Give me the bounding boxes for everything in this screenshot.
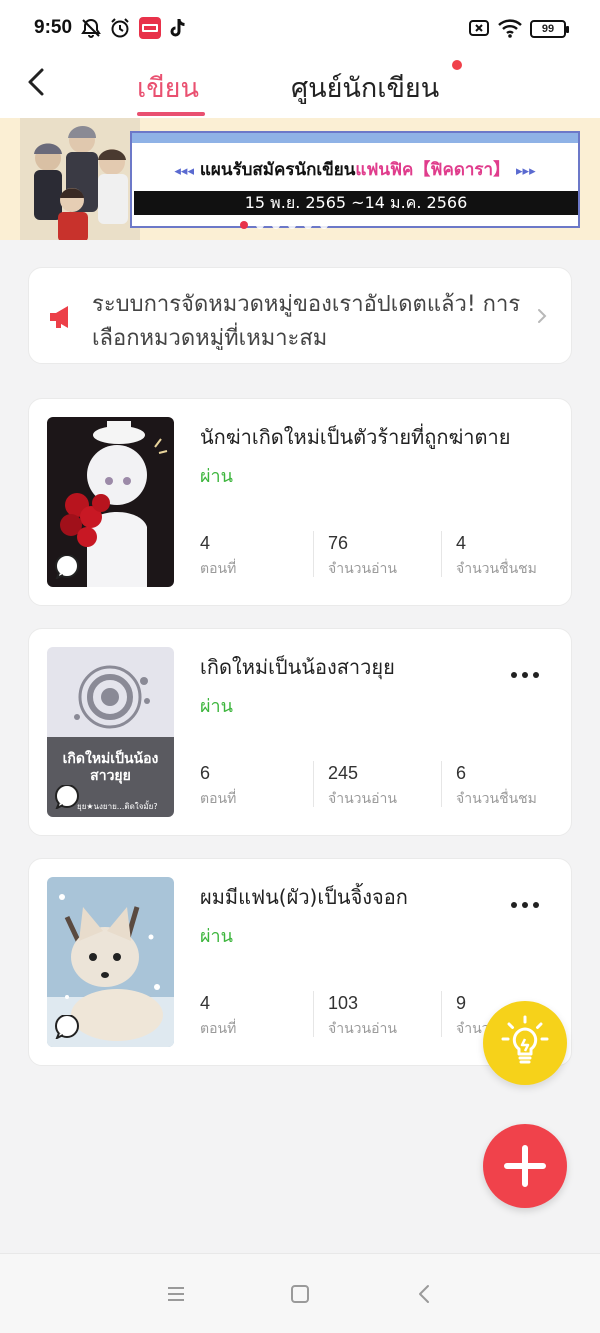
stat-divider — [441, 761, 442, 807]
stat-label: จำนวนอ่าน — [328, 1021, 397, 1037]
stat-reads: 76 จำนวนอ่าน — [328, 533, 397, 580]
stat-value: 76 — [328, 533, 349, 553]
add-work-fab-button[interactable] — [483, 1124, 567, 1208]
work-status: ผ่าน — [200, 696, 233, 717]
tab-writer-center[interactable]: ศูนย์นักเขียน — [291, 66, 439, 109]
mangatoon-app-icon — [139, 17, 161, 39]
banner-dot — [240, 221, 248, 229]
banner-dot — [272, 221, 280, 229]
announcement-card[interactable]: ระบบการจัดหมวดหมู่ของเราอัปเดตแล้ว! การเ… — [28, 267, 572, 364]
tab-write[interactable]: เขียน — [137, 66, 199, 109]
stat-label: ตอนที่ — [200, 1021, 237, 1037]
stat-divider — [441, 531, 442, 577]
stat-divider — [313, 761, 314, 807]
work-cover-image — [47, 417, 174, 587]
wifi-icon — [498, 19, 522, 38]
notification-dot — [452, 60, 462, 70]
stat-value: 4 — [200, 533, 211, 553]
banner-page-indicator — [240, 214, 370, 229]
banner-dot — [256, 221, 264, 229]
no-sim-icon — [469, 20, 489, 36]
stat-divider — [441, 991, 442, 1037]
back-triangle-icon[interactable] — [413, 1282, 437, 1306]
notifications-off-icon — [81, 18, 101, 38]
tiktok-icon — [170, 18, 185, 37]
comment-bubble-icon — [55, 1015, 79, 1039]
stat-divider — [313, 531, 314, 577]
banner-title-prefix: แผนรับสมัครนักเขียน — [199, 160, 356, 180]
status-bar: 9:50 99 — [0, 0, 600, 56]
work-cover-image: เกิดใหม่เป็นน้องสาวยุย ยุย★นงยาย...ติดใจ… — [47, 647, 174, 817]
banner-characters-image — [20, 118, 140, 240]
work-cover-image — [47, 877, 174, 1047]
work-status: ผ่าน — [200, 926, 233, 947]
megaphone-icon — [50, 306, 68, 328]
stat-label: จำนวนชื่นชม — [456, 561, 537, 577]
work-title: ผมมีแฟน(ผัว)เป็นจิ้งจอก — [200, 885, 408, 909]
more-options-icon[interactable] — [511, 893, 545, 908]
stat-value: 103 — [328, 993, 359, 1013]
work-title: เกิดใหม่เป็นน้องสาวยุย — [200, 655, 395, 679]
comment-bubble-icon — [55, 555, 79, 579]
status-time: 9:50 — [34, 17, 73, 38]
cover-title-text: เกิดใหม่เป็นน้องสาวยุย — [62, 751, 159, 784]
banner-dot — [320, 221, 328, 229]
stat-label: จำนวนชื่นชม — [456, 791, 537, 807]
banner-date-range: 15 พ.ย. 2565 ~14 ม.ค. 2566 — [134, 191, 578, 215]
stat-value: 245 — [328, 763, 359, 783]
banner-title: ◂◂◂ แผนรับสมัครนักเขียนแฟนฟิค【ฟิคดารา】 ▸… — [174, 160, 536, 180]
banner-title-accent: แฟนฟิค【ฟิคดารา】 — [355, 160, 511, 180]
banner-dot — [304, 221, 312, 229]
chevron-right-icon — [538, 309, 547, 323]
stat-value: 4 — [456, 533, 467, 553]
stat-episodes: 4 ตอนที่ — [200, 533, 236, 580]
stat-reads: 103 จำนวนอ่าน — [328, 993, 397, 1040]
banner-panel-titlebar — [132, 133, 578, 143]
stat-value: 6 — [200, 763, 211, 783]
promo-banner[interactable]: ◂◂◂ แผนรับสมัครนักเขียนแฟนฟิค【ฟิคดารา】 ▸… — [0, 118, 600, 240]
cover-subtitle-text: ยุย★นงยาย...ติดใจมั้ย? — [77, 802, 158, 811]
plus-icon — [504, 1145, 546, 1187]
comment-bubble-icon — [55, 785, 79, 809]
more-options-icon[interactable] — [511, 663, 545, 678]
active-tab-indicator — [137, 112, 205, 116]
work-card[interactable]: นักฆ่าเกิดใหม่เป็นตัวร้ายที่ถูกฆ่าตาย ผ่… — [28, 398, 572, 606]
stat-label: ตอนที่ — [200, 791, 237, 807]
home-square-icon[interactable] — [288, 1282, 312, 1306]
menu-icon[interactable] — [164, 1282, 188, 1306]
stat-value: 4 — [200, 993, 211, 1013]
stat-likes: 4 จำนวนชื่นชม — [456, 533, 537, 580]
banner-dot — [288, 221, 296, 229]
back-arrow-icon[interactable] — [20, 64, 56, 100]
alarm-icon — [111, 18, 129, 38]
stat-episodes: 4 ตอนที่ — [200, 993, 236, 1040]
lightbulb-icon — [501, 1015, 549, 1064]
stat-reads: 245 จำนวนอ่าน — [328, 763, 397, 810]
idea-fab-button[interactable] — [483, 1001, 567, 1085]
stat-divider — [313, 991, 314, 1037]
work-card[interactable]: เกิดใหม่เป็นน้องสาวยุย ยุย★นงยาย...ติดใจ… — [28, 628, 572, 836]
stat-label: ตอนที่ — [200, 561, 237, 577]
battery-icon: 99 — [530, 20, 569, 38]
work-status: ผ่าน — [200, 466, 233, 487]
stat-value: 6 — [456, 763, 467, 783]
header: เขียน ศูนย์นักเขียน — [0, 56, 600, 118]
work-title: นักฆ่าเกิดใหม่เป็นตัวร้ายที่ถูกฆ่าตาย — [200, 425, 511, 449]
stat-likes: 6 จำนวนชื่นชม — [456, 763, 537, 810]
announcement-text: ระบบการจัดหมวดหมู่ของเราอัปเดตแล้ว! การเ… — [92, 292, 521, 350]
stat-episodes: 6 ตอนที่ — [200, 763, 236, 810]
stat-label: จำนวนอ่าน — [328, 791, 397, 807]
stat-label: จำนวนอ่าน — [328, 561, 397, 577]
system-nav-bar — [0, 1253, 600, 1333]
